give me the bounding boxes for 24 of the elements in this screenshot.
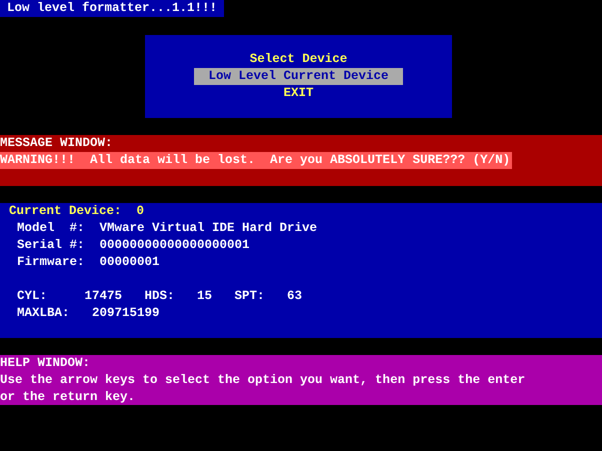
field-value: VMware Virtual IDE Hard Drive bbox=[100, 220, 318, 237]
geometry-value: 15 bbox=[196, 288, 212, 305]
geometry-value: 17475 bbox=[83, 288, 122, 305]
field-value: 00000000000000000001 bbox=[100, 237, 250, 254]
program-title: Low level formatter...1.1!!! bbox=[0, 0, 224, 17]
message-heading: MESSAGE WINDOW: bbox=[0, 135, 113, 152]
field-label: MAXLBA: bbox=[17, 305, 71, 322]
warning-message: WARNING!!! All data will be lost. Are you ABSOLUTELY SURE??? (Y/N) bbox=[0, 152, 512, 169]
geometry-label: CYL: bbox=[17, 288, 48, 305]
menu-item[interactable]: EXIT bbox=[283, 85, 314, 102]
help-text: Use the arrow keys to select the option you want, then press the enter or the return key. bbox=[0, 372, 526, 406]
device-heading: Current Device: bbox=[9, 203, 123, 220]
field-label: Serial #: bbox=[17, 237, 86, 254]
geometry-label: HDS: bbox=[144, 288, 176, 305]
field-value: 00000001 bbox=[100, 254, 160, 271]
device-number: 0 bbox=[136, 203, 144, 220]
menu-item[interactable]: Low Level Current Device bbox=[194, 68, 403, 85]
menu-heading: Select Device bbox=[250, 51, 348, 68]
geometry-label: SPT: bbox=[234, 288, 266, 305]
field-label: Model #: bbox=[17, 220, 86, 237]
help-heading: HELP WINDOW: bbox=[0, 355, 90, 372]
field-label: Firmware: bbox=[17, 254, 86, 271]
field-value: 209715199 bbox=[92, 305, 160, 322]
geometry-value: 63 bbox=[286, 288, 302, 305]
